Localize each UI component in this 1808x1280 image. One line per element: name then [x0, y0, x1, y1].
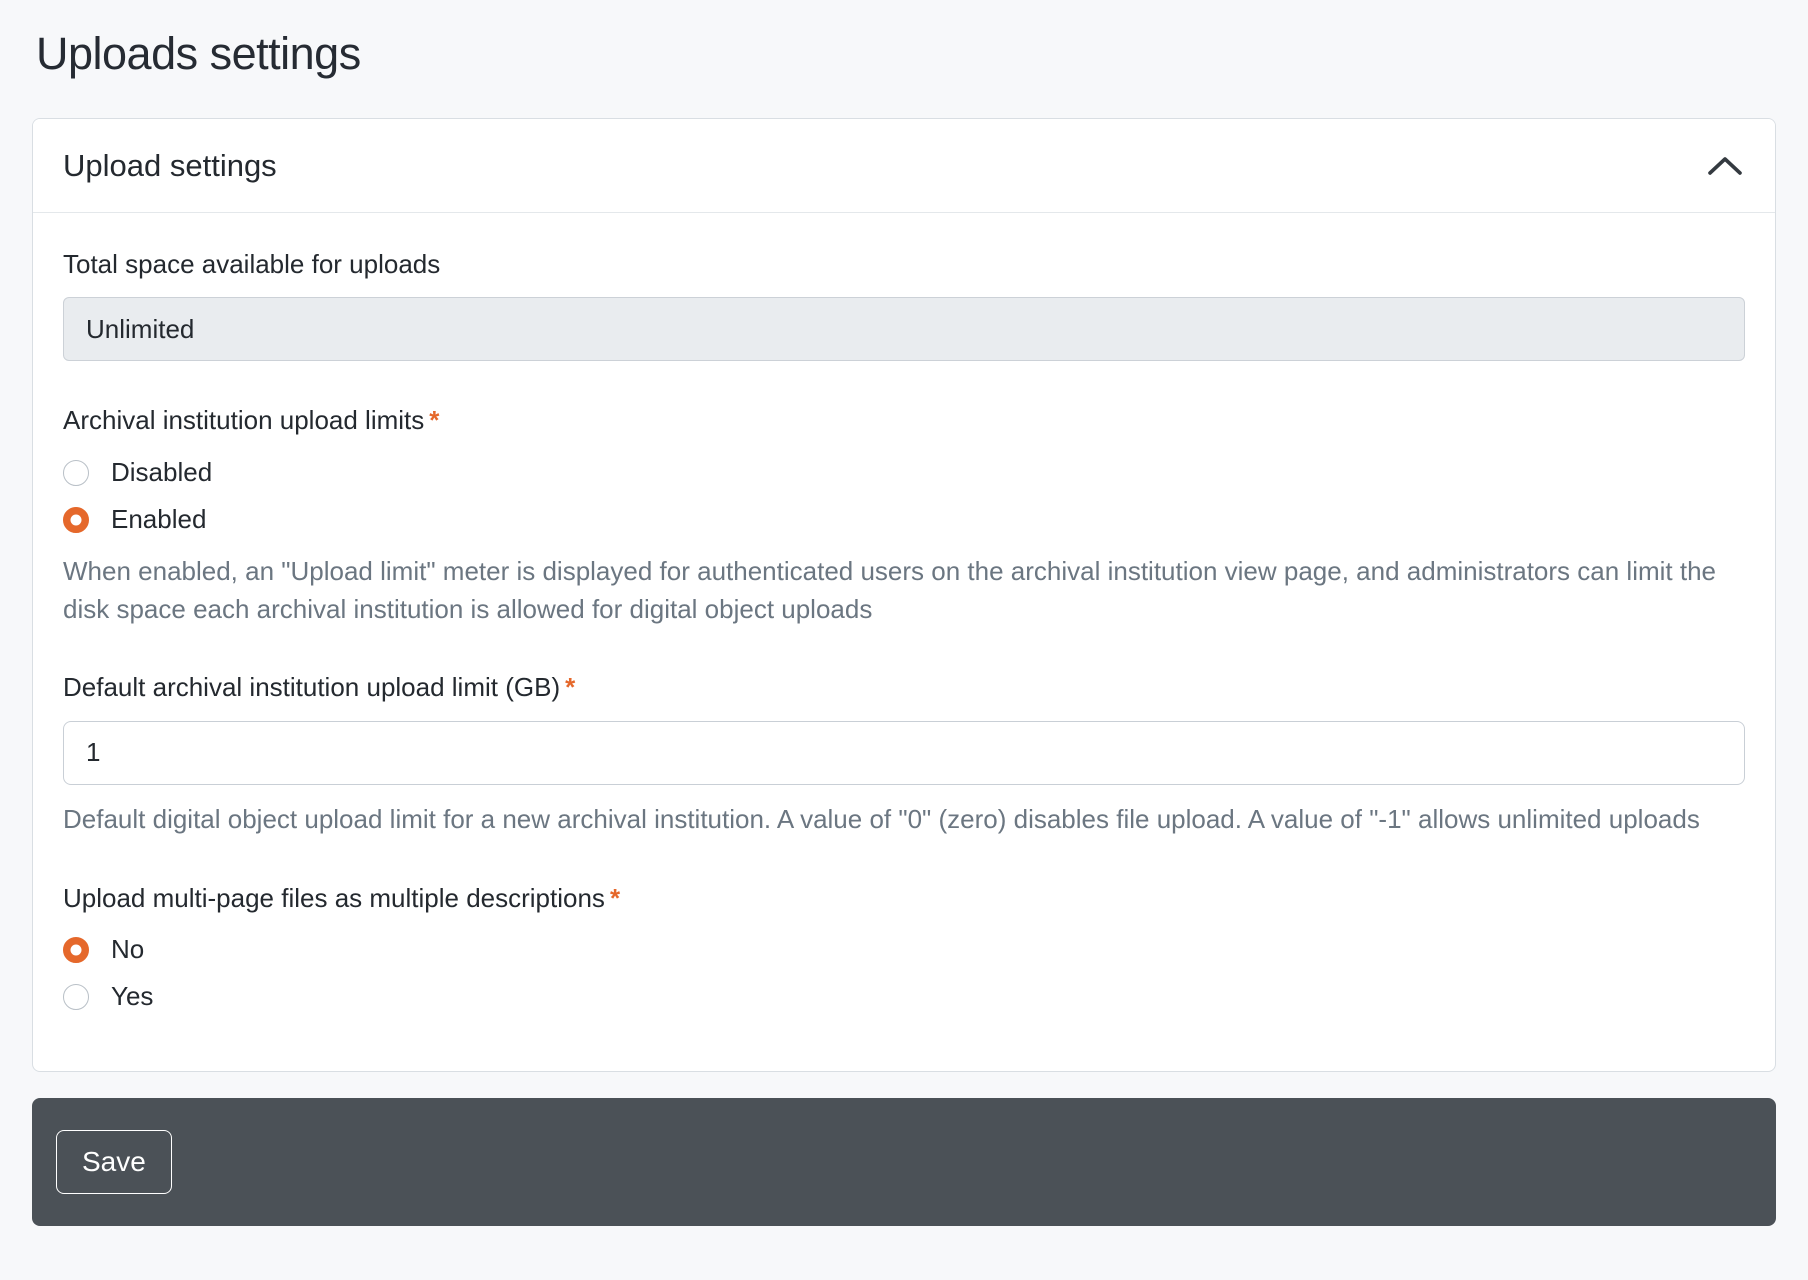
- radio-button-icon[interactable]: [63, 507, 89, 533]
- save-button[interactable]: Save: [56, 1130, 172, 1194]
- institution-limits-help-text: When enabled, an "Upload limit" meter is…: [63, 553, 1745, 629]
- field-total-space: Total space available for uploads: [63, 249, 1745, 361]
- radio-button-icon[interactable]: [63, 984, 89, 1010]
- radio-option-label: Enabled: [111, 504, 206, 535]
- field-default-limit: Default archival institution upload limi…: [63, 672, 1745, 838]
- upload-settings-panel: Upload settings Total space available fo…: [32, 118, 1776, 1072]
- total-space-input: [63, 297, 1745, 361]
- radio-option-label: No: [111, 934, 144, 965]
- page-title: Uploads settings: [36, 28, 1776, 80]
- radio-option-enabled[interactable]: Enabled: [63, 501, 1745, 539]
- multipage-radio-group: No Yes: [63, 931, 1745, 1016]
- radio-option-label: Disabled: [111, 457, 212, 488]
- required-asterisk: *: [565, 672, 575, 702]
- panel-body: Total space available for uploads Archiv…: [33, 213, 1775, 1071]
- radio-option-yes[interactable]: Yes: [63, 978, 1745, 1016]
- radio-option-disabled[interactable]: Disabled: [63, 454, 1745, 492]
- uploads-settings-page: Uploads settings Upload settings Total s…: [0, 28, 1808, 1226]
- actions-bar: Save: [32, 1098, 1776, 1226]
- multipage-label: Upload multi-page files as multiple desc…: [63, 883, 1745, 914]
- radio-option-label: Yes: [111, 981, 153, 1012]
- radio-button-icon[interactable]: [63, 460, 89, 486]
- radio-button-icon[interactable]: [63, 937, 89, 963]
- radio-option-no[interactable]: No: [63, 931, 1745, 969]
- panel-header-toggle[interactable]: Upload settings: [33, 119, 1775, 213]
- default-limit-label: Default archival institution upload limi…: [63, 672, 1745, 703]
- total-space-label: Total space available for uploads: [63, 249, 1745, 280]
- required-asterisk: *: [610, 883, 620, 913]
- panel-title: Upload settings: [63, 147, 277, 184]
- default-limit-help-text: Default digital object upload limit for …: [63, 801, 1745, 839]
- field-institution-limits: Archival institution upload limits* Disa…: [63, 405, 1745, 628]
- required-asterisk: *: [429, 405, 439, 435]
- chevron-up-icon[interactable]: [1705, 152, 1745, 180]
- default-limit-input[interactable]: [63, 721, 1745, 785]
- institution-limits-label: Archival institution upload limits*: [63, 405, 1745, 436]
- institution-limits-radio-group: Disabled Enabled: [63, 454, 1745, 539]
- field-multipage: Upload multi-page files as multiple desc…: [63, 883, 1745, 1016]
